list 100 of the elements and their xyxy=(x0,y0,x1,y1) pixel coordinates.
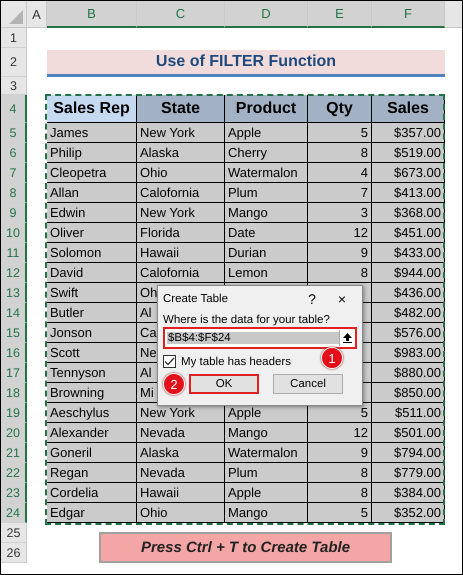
table-cell: $779.00 xyxy=(372,463,445,483)
table-cell: Alexander xyxy=(47,423,137,443)
table-cell: $482.00 xyxy=(372,303,445,323)
table-cell: Nevada xyxy=(137,423,225,443)
table-cell: 5 xyxy=(308,123,372,143)
table-cell: 8 xyxy=(308,263,372,283)
table-cell: $511.00 xyxy=(372,403,445,423)
table-cell: $433.00 xyxy=(372,243,445,263)
column-header[interactable]: E xyxy=(308,1,372,28)
table-cell: New York xyxy=(137,203,225,223)
table-header[interactable]: Qty xyxy=(308,95,372,123)
row-header[interactable]: 14 xyxy=(1,303,27,323)
table-cell: $576.00 xyxy=(372,323,445,343)
table-cell: $357.00 xyxy=(372,123,445,143)
instruction-banner: Press Ctrl + T to Create Table xyxy=(99,532,392,563)
table-cell: 4 xyxy=(308,163,372,183)
table-cell: Cordelia xyxy=(47,483,137,503)
table-cell: Mango xyxy=(225,423,308,443)
row-header[interactable]: 10 xyxy=(1,223,27,243)
row-header[interactable]: 18 xyxy=(1,383,27,403)
table-cell: $501.00 xyxy=(372,423,445,443)
table-cell: $368.00 xyxy=(372,203,445,223)
checkbox[interactable] xyxy=(163,355,176,368)
table-cell: $451.00 xyxy=(372,223,445,243)
table-cell: $352.00 xyxy=(372,503,445,523)
table-cell: Browning xyxy=(47,383,137,403)
table-cell: $850.00 xyxy=(372,383,445,403)
step-badge: 1 xyxy=(321,347,343,369)
row-header[interactable]: 17 xyxy=(1,363,27,383)
table-cell: Plum xyxy=(225,463,308,483)
row-header[interactable]: 21 xyxy=(1,443,27,463)
table-cell: 12 xyxy=(308,223,372,243)
row-header[interactable]: 8 xyxy=(1,183,27,203)
row-header[interactable]: 2 xyxy=(1,48,27,77)
ok-button[interactable]: OK xyxy=(189,374,259,394)
table-cell: 8 xyxy=(308,483,372,503)
row-header[interactable]: 4 xyxy=(1,95,27,123)
table-cell: Plum xyxy=(225,183,308,203)
column-header[interactable]: C xyxy=(137,1,225,28)
table-cell: Lemon xyxy=(225,263,308,283)
sheet-title: Use of FILTER Function xyxy=(47,50,445,77)
close-button[interactable]: × xyxy=(327,291,357,307)
table-cell: Tennyson xyxy=(47,363,137,383)
range-field[interactable]: $B$4:$F$24 xyxy=(163,327,357,349)
row-header[interactable]: 1 xyxy=(1,28,27,48)
table-cell: Alaska xyxy=(137,443,225,463)
row-header[interactable]: 12 xyxy=(1,263,27,283)
table-header[interactable]: Product xyxy=(225,95,308,123)
cancel-button[interactable]: Cancel xyxy=(273,374,343,394)
table-cell: Goneril xyxy=(47,443,137,463)
help-button[interactable]: ? xyxy=(297,291,327,307)
table-cell: Florida xyxy=(137,223,225,243)
table-cell: 5 xyxy=(308,503,372,523)
row-header[interactable]: 24 xyxy=(1,503,27,523)
row-header[interactable]: 11 xyxy=(1,243,27,263)
row-header[interactable]: 9 xyxy=(1,203,27,223)
column-header[interactable]: D xyxy=(225,1,308,28)
table-cell: Cherry xyxy=(225,143,308,163)
table-header[interactable]: Sales xyxy=(372,95,445,123)
row-header[interactable]: 5 xyxy=(1,123,27,143)
table-cell: Swift xyxy=(47,283,137,303)
column-header[interactable]: B xyxy=(47,1,137,28)
row-header[interactable]: 22 xyxy=(1,463,27,483)
table-cell: Oliver xyxy=(47,223,137,243)
table-header[interactable]: State xyxy=(137,95,225,123)
table-cell: Durian xyxy=(225,243,308,263)
column-header[interactable]: A xyxy=(27,1,47,28)
row-header[interactable]: 3 xyxy=(1,77,27,95)
row-header[interactable]: 26 xyxy=(1,543,27,563)
row-header[interactable]: 6 xyxy=(1,143,27,163)
table-cell: 12 xyxy=(308,423,372,443)
row-header[interactable]: 13 xyxy=(1,283,27,303)
table-cell: Edgar xyxy=(47,503,137,523)
table-cell: 7 xyxy=(308,183,372,203)
table-cell: Ohio xyxy=(137,163,225,183)
table-cell: Apple xyxy=(225,483,308,503)
row-header[interactable]: 19 xyxy=(1,403,27,423)
table-cell: Hawaii xyxy=(137,243,225,263)
row-header[interactable]: 15 xyxy=(1,323,27,343)
row-header[interactable]: 16 xyxy=(1,343,27,363)
table-header[interactable]: Sales Rep xyxy=(47,95,137,123)
row-header[interactable]: 25 xyxy=(1,523,27,543)
table-cell: Mango xyxy=(225,503,308,523)
table-cell: Alaska xyxy=(137,143,225,163)
collapse-dialog-button[interactable] xyxy=(339,330,355,346)
table-cell: 8 xyxy=(308,463,372,483)
table-cell: $384.00 xyxy=(372,483,445,503)
table-cell: Calofornia xyxy=(137,263,225,283)
table-cell: 8 xyxy=(308,143,372,163)
row-header[interactable]: 20 xyxy=(1,423,27,443)
column-header[interactable]: F xyxy=(372,1,445,28)
row-header[interactable]: 7 xyxy=(1,163,27,183)
table-cell: Aeschylus xyxy=(47,403,137,423)
table-cell: $436.00 xyxy=(372,283,445,303)
table-cell: $794.00 xyxy=(372,443,445,463)
table-cell: Allan xyxy=(47,183,137,203)
step-badge: 2 xyxy=(163,373,185,395)
row-header[interactable]: 23 xyxy=(1,483,27,503)
table-cell: Solomon xyxy=(47,243,137,263)
table-cell: 9 xyxy=(308,243,372,263)
